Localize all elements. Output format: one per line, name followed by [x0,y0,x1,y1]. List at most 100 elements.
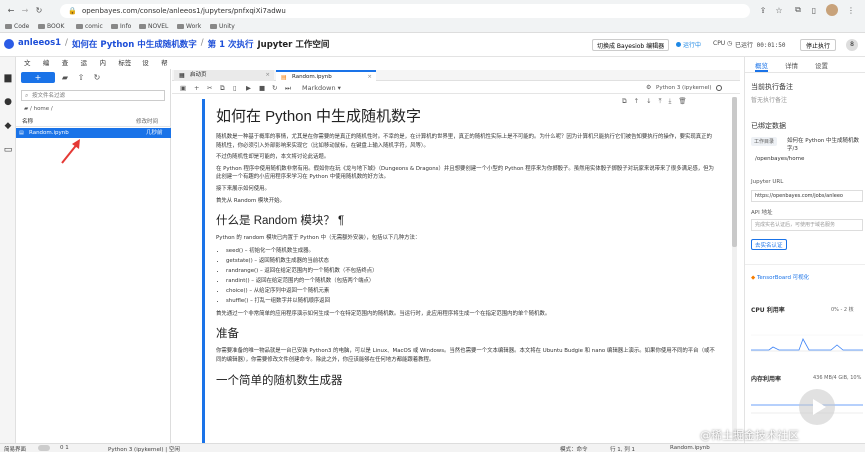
scrollbar-thumb[interactable] [732,97,737,247]
back-arrow-icon[interactable]: ← [6,4,16,16]
bookmark-book[interactable]: BOOK [38,21,64,32]
bookmark-code[interactable]: Code [5,21,29,32]
bookmark-unity[interactable]: Unity [210,21,235,32]
markdown-cell[interactable]: 如何在 Python 中生成随机数字 随机数是一种基于概率的事情，尤其是在你需要… [216,103,716,443]
jupyter-url-field[interactable]: https://openbayes.com/jobs/anleeo [751,190,863,202]
upload-icon[interactable]: ⇧ [76,72,86,83]
tab-overview[interactable]: 概览 [755,59,768,72]
list-item: randint() – 返回在给定范围内的一个随机数（包括两个端点） [226,276,716,286]
paragraph: 首先从 Random 模块开始。 [216,197,285,204]
breadcrumb-run[interactable]: 第 1 次执行 [208,38,254,50]
header-avatar[interactable]: 8 [846,39,858,51]
running-dot-icon [676,42,681,47]
play-overlay[interactable] [799,389,835,425]
mount-path: /openbayes/home [755,156,805,162]
bookmark-work[interactable]: Work [177,21,201,32]
api-field[interactable]: 完成实名认证后，可使用于域名服务 [751,219,863,231]
workdir-badge: 工作目录 [751,137,778,146]
more-icon[interactable]: ⋮ [845,4,857,16]
copy-icon[interactable]: ⧉ [220,82,225,94]
bookmark-novel[interactable]: NOVEL [139,21,168,32]
file-row[interactable]: ▤ Random.ipynb 几秒前 [16,128,171,138]
tabs-icon[interactable]: ▭ [3,145,13,155]
tab-details[interactable]: 详情 [785,59,798,73]
share-icon[interactable]: ⇪ [757,4,769,16]
bookmark-comic[interactable]: comic [76,21,103,32]
extension-icon[interactable]: ⧉ [792,4,804,16]
menu-help[interactable]: 帮助 [161,57,171,79]
commands-icon[interactable]: ◆ [3,121,13,131]
reload-icon[interactable]: ↻ [34,4,44,16]
switch-editor-button[interactable]: 切换成 Bayesiob 编辑器 [592,39,670,51]
paragraph: 首先通过一个非常简单的应用程序演示如何生成一个在特定范围内的随机数。当运行时，此… [216,310,551,317]
paragraph: 你需要准备的唯一物品就是一台已安装 Python3 的电脑，可以是 Linux、… [216,348,715,363]
menu-kernel[interactable]: 内核 [100,57,110,79]
simple-mode-toggle[interactable] [38,445,50,451]
verify-button[interactable]: 去实名认证 [751,239,787,250]
bookmark-info[interactable]: Info [111,21,131,32]
tab-random-notebook[interactable]: ▤ Random.ipynb × [276,70,376,81]
breadcrumb-user[interactable]: anleeos1 [18,38,61,50]
status-counts: 0 1 [60,445,69,451]
fast-forward-icon[interactable]: ⏭ [285,82,291,94]
sidebar-toggle-icon[interactable]: ▯ [808,4,820,16]
cell-type-select[interactable]: Markdown ▾ [302,82,341,94]
filter-box[interactable]: ⌕ [21,90,165,101]
save-icon[interactable]: ▣ [180,82,186,94]
file-browser-icon[interactable]: ▆ [3,73,13,83]
tensorboard-link[interactable]: ◆ TensorBoard 可视化 [751,273,809,281]
column-modified[interactable]: 修改时间 [136,117,158,127]
kernel-status-icon: ⚙ [646,84,652,91]
jupyter-url-label: Jupyter URL [751,179,784,185]
run-icon[interactable]: ▶ [246,82,251,94]
kernel-name[interactable]: Python 3 (ipykernel) [656,82,712,94]
url-text: openbayes.com/console/anleeos1/jupyters/… [82,7,286,15]
running-kernels-icon[interactable]: ● [3,97,13,107]
editor-scrollbar[interactable] [732,97,737,441]
menu-tabs[interactable]: 标签页 [118,57,133,79]
breadcrumb-project[interactable]: 如何在 Python 中生成随机数字 [72,38,197,50]
column-name[interactable]: 名称 [22,117,33,127]
filter-input[interactable] [32,91,162,100]
notebook-editor: ▦ 启动页 × ▤ Random.ipynb × ▣ + ✂ ⧉ ▯ ▶ ■ ↻… [172,69,740,443]
folder-icon: ▰ [24,106,29,112]
address-bar[interactable]: 🔒 openbayes.com/console/anleeos1/jupyter… [60,4,750,18]
stop-button[interactable]: 停止执行 [800,39,837,51]
user-avatar[interactable] [4,39,14,49]
menu-settings[interactable]: 设置 [142,57,152,79]
menu-edit[interactable]: 编辑 [43,57,53,79]
cut-icon[interactable]: ✂ [207,82,212,94]
add-cell-icon[interactable]: + [194,82,199,94]
profile-avatar[interactable] [826,4,838,16]
stop-icon[interactable]: ■ [259,82,265,94]
refresh-icon[interactable]: ↻ [92,72,102,83]
annotation-arrow [61,139,80,164]
menu-run[interactable]: 运行 [81,57,91,79]
menu-file[interactable]: 文件 [24,57,34,79]
file-list-header: 名称 修改时间 [16,117,171,127]
tab-launcher[interactable]: ▦ 启动页 × [174,70,274,81]
menu-view[interactable]: 查看 [62,57,72,79]
new-launcher-button[interactable]: + [21,72,55,83]
play-icon [813,399,826,415]
file-path[interactable]: ▰ / home / [24,106,53,112]
notebook-file-icon: ▤ [19,130,24,136]
workdir-value[interactable]: 如何在 Python 中生成随机数字/3 [787,137,863,153]
new-folder-icon[interactable]: ▰ [60,72,70,83]
paste-icon[interactable]: ▯ [233,82,237,94]
divider [745,264,865,265]
restart-icon[interactable]: ↻ [272,82,277,94]
cpu-label: CPU [713,40,726,47]
folder-icon [111,24,118,29]
current-note-placeholder[interactable]: 暂无执行备注 [751,95,787,104]
current-note-title: 当前执行备注 [751,83,793,91]
section-heading: 一个简单的随机数生成器 [216,374,343,387]
paragraph: 随机数是一种基于概率的事情，尤其是在你需要的是真正的随机性时。不幸的是，在计算机… [216,134,712,149]
star-icon[interactable]: ☆ [773,4,785,16]
tab-settings[interactable]: 设置 [815,59,828,73]
close-icon[interactable]: × [265,70,270,81]
breadcrumb: anleeos1 / 如何在 Python 中生成随机数字 / 第 1 次执行 … [18,38,330,50]
forward-arrow-icon[interactable]: → [20,4,30,16]
paragraph: 不过伪随机性却是可能的，本文将讨论此话题。 [216,154,330,161]
elapsed-time: 已运行 00:01:50 [735,42,786,49]
